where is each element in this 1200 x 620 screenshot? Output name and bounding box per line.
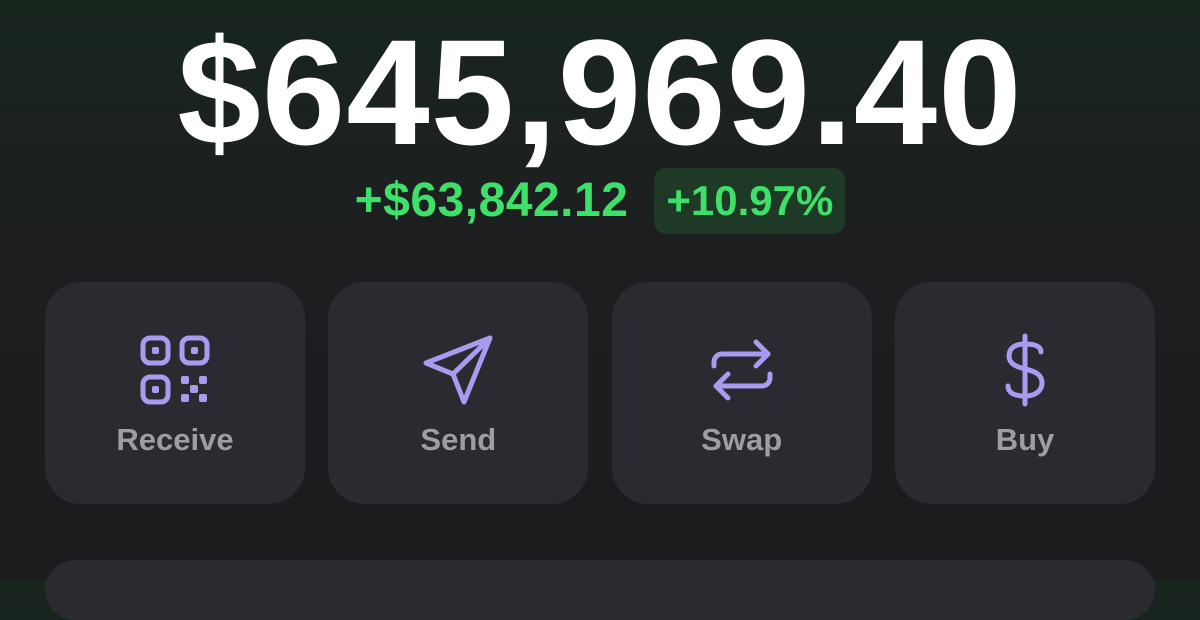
buy-button[interactable]: Buy [894,282,1155,504]
total-balance: $645,969.40 [177,8,1023,176]
swap-label: Swap [701,422,783,457]
bottom-card[interactable] [45,560,1155,620]
qr-code-icon [137,332,213,408]
balance-change-amount: +$63,842.12 [354,174,629,227]
balance-change-percent-badge: +10.97% [654,168,846,234]
send-button[interactable]: Send [328,282,589,504]
balance-change-row: +$63,842.12 +10.97% [0,168,1200,234]
buy-label: Buy [995,422,1055,457]
send-label: Send [420,422,497,457]
quick-actions: Receive Send Swap Buy [45,282,1155,504]
receive-label: Receive [116,422,234,457]
swap-arrows-icon [704,332,780,408]
dollar-icon [987,332,1063,408]
paper-plane-icon [420,332,496,408]
swap-button[interactable]: Swap [611,282,872,504]
receive-button[interactable]: Receive [45,282,305,504]
